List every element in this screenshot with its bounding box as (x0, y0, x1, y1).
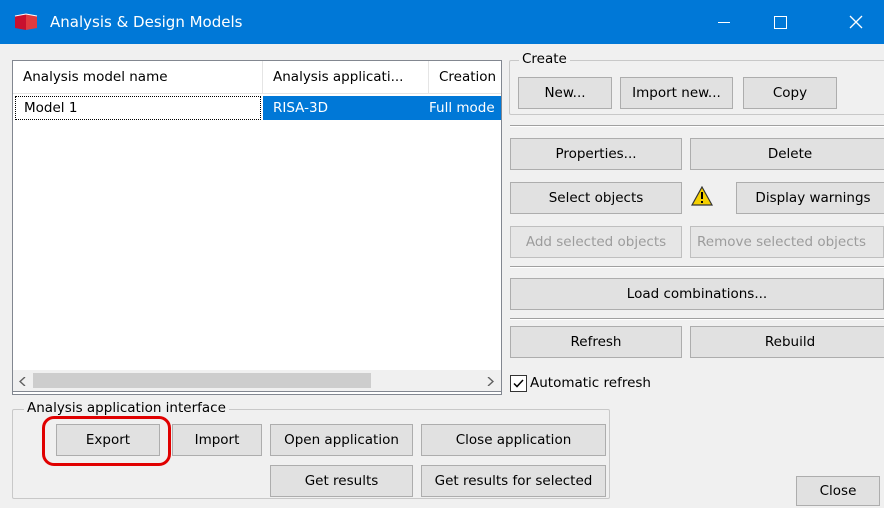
scrollbar-thumb[interactable] (33, 373, 371, 388)
creation-value: Full mode (429, 100, 495, 116)
get-results-selected-button[interactable]: Get results for selected (421, 465, 606, 497)
new-button[interactable]: New... (518, 77, 612, 109)
window-title: Analysis & Design Models (50, 13, 243, 31)
table-row-name-cell[interactable]: Model 1 (15, 96, 261, 120)
minimize-icon (718, 21, 730, 23)
column-header-application[interactable]: Analysis applicati... (263, 61, 429, 93)
model-list[interactable]: Analysis model name Analysis applicati..… (12, 60, 502, 395)
scroll-right-arrow-icon[interactable] (483, 373, 497, 389)
load-combinations-button[interactable]: Load combinations... (510, 278, 884, 310)
analysis-interface-legend: Analysis application interface (24, 400, 229, 416)
separator (510, 125, 884, 127)
warning-icon (690, 185, 715, 208)
column-header-model-name[interactable]: Analysis model name (13, 61, 263, 93)
remove-selected-objects-button[interactable]: Remove selected objects (690, 226, 884, 258)
rebuild-button[interactable]: Rebuild (690, 326, 884, 358)
open-application-button[interactable]: Open application (270, 424, 413, 456)
checkmark-icon (513, 378, 524, 388)
automatic-refresh-label: Automatic refresh (530, 375, 651, 391)
close-window-button[interactable] (828, 0, 884, 44)
close-icon (849, 15, 863, 29)
table-row-application-cell[interactable]: RISA-3D Full mode (263, 96, 501, 120)
title-bar[interactable]: Analysis & Design Models (0, 0, 884, 44)
get-results-button[interactable]: Get results (270, 465, 413, 497)
delete-button[interactable]: Delete (690, 138, 884, 170)
copy-button[interactable]: Copy (743, 77, 837, 109)
application-value: RISA-3D (273, 100, 328, 116)
add-selected-objects-button[interactable]: Add selected objects (510, 226, 682, 258)
maximize-button[interactable] (752, 0, 808, 44)
export-highlight (42, 416, 171, 466)
automatic-refresh-checkbox[interactable]: Automatic refresh (510, 373, 710, 393)
import-new-button[interactable]: Import new... (620, 77, 733, 109)
select-objects-button[interactable]: Select objects (510, 182, 682, 214)
display-warnings-button[interactable]: Display warnings (736, 182, 884, 214)
properties-button[interactable]: Properties... (510, 138, 682, 170)
maximize-icon (773, 15, 787, 29)
app-icon (14, 13, 38, 31)
checkbox-box[interactable] (510, 374, 527, 392)
scroll-left-arrow-icon[interactable] (15, 373, 29, 389)
close-application-button[interactable]: Close application (421, 424, 606, 456)
close-button[interactable]: Close (796, 476, 880, 506)
create-group-legend: Create (519, 51, 570, 67)
horizontal-scrollbar[interactable] (12, 370, 502, 392)
column-header-creation[interactable]: Creation r (429, 61, 501, 93)
import-button[interactable]: Import (172, 424, 262, 456)
separator (510, 318, 884, 320)
separator (510, 266, 884, 268)
refresh-button[interactable]: Refresh (510, 326, 682, 358)
minimize-button[interactable] (696, 0, 752, 44)
